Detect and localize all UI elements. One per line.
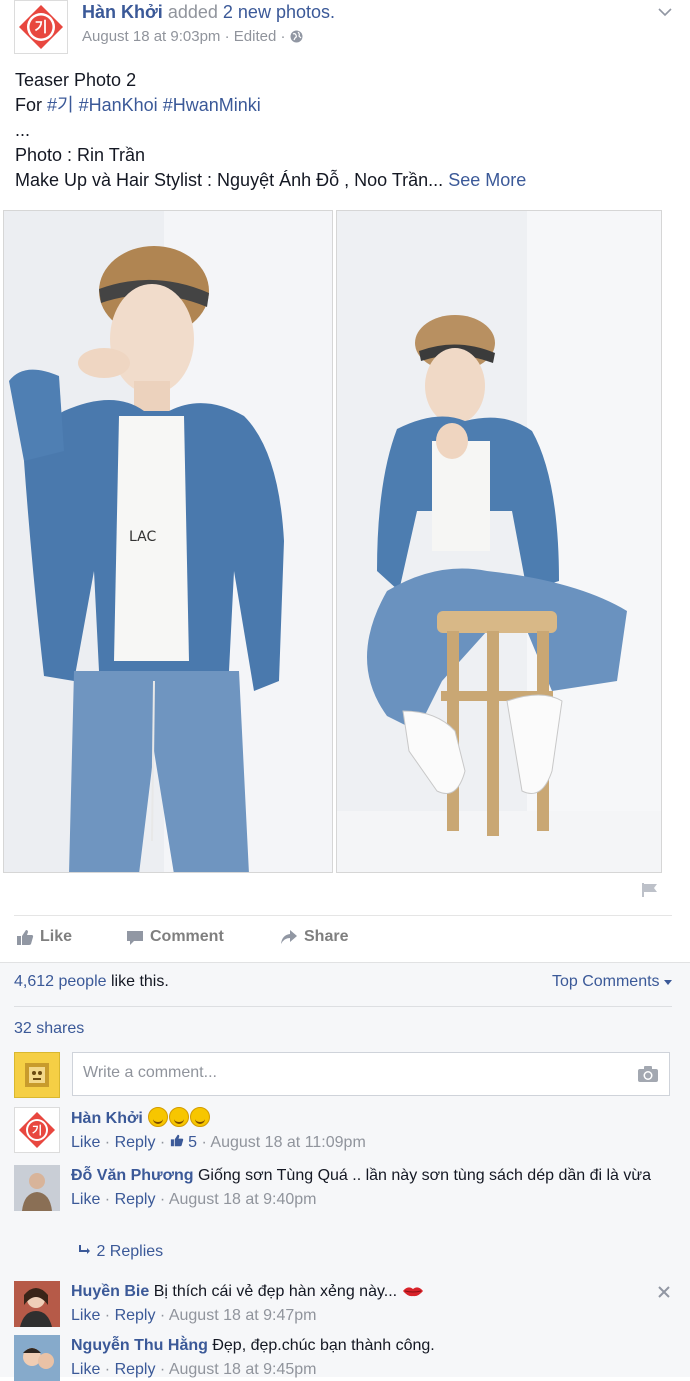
- comment-body: Đỗ Văn Phương Giống sơn Tùng Quá .. lần …: [71, 1165, 661, 1211]
- post-timestamp[interactable]: August 18 at 9:03pm: [82, 28, 220, 45]
- kiss-lips-icon: [402, 1287, 423, 1297]
- comment-meta: Like · Reply · August 18 at 9:47pm: [71, 1307, 317, 1324]
- share-button[interactable]: Share: [280, 928, 348, 946]
- likes-suffix: like this.: [110, 973, 169, 990]
- thumbs-up-icon: [170, 1134, 183, 1147]
- smile-emoji-icon: [148, 1107, 169, 1127]
- comment-author[interactable]: Huyền Bie: [71, 1283, 149, 1300]
- comment-meta: Like · Reply · August 18 at 9:40pm: [71, 1191, 317, 1208]
- post-line-makeup: Make Up và Hair Stylist : Nguyệt Ánh Đỗ …: [15, 168, 675, 193]
- chevron-down-icon[interactable]: [658, 4, 672, 20]
- comment-like-link[interactable]: Like: [71, 1191, 100, 1208]
- reply-arrow-icon: [79, 1245, 90, 1254]
- hashtag-ki[interactable]: #기: [47, 95, 74, 115]
- actions-divider: [14, 915, 672, 916]
- photo-2[interactable]: [336, 210, 662, 873]
- post-actions: Like Comment Share: [16, 928, 676, 950]
- comment-avatar[interactable]: [14, 1165, 60, 1211]
- post-line-ellipsis: ...: [15, 120, 31, 140]
- edited-label[interactable]: · Edited ·: [225, 28, 286, 45]
- smile-emoji-icon: [169, 1107, 190, 1127]
- flag-icon[interactable]: [641, 882, 659, 903]
- comment-text: Đẹp, đẹp.chúc bạn thành công.: [212, 1337, 435, 1354]
- author-name[interactable]: Hàn Khởi: [82, 2, 163, 22]
- smile-emoji-icon: [190, 1107, 211, 1127]
- comment-input[interactable]: [81, 1063, 625, 1083]
- ufi-divider: [14, 1006, 672, 1007]
- comment-likes-number: 5: [188, 1134, 198, 1151]
- comment-author[interactable]: Hàn Khởi: [71, 1110, 143, 1127]
- likes-summary: 4,612 people like this.: [14, 973, 169, 991]
- comment-body: Huyền Bie Bị thích cái vẻ đẹp hàn xẻng n…: [71, 1281, 661, 1327]
- camera-icon[interactable]: [637, 1065, 659, 1083]
- post-line-title: Teaser Photo 2: [15, 70, 137, 90]
- comment-like-link[interactable]: Like: [71, 1307, 100, 1324]
- comment-author[interactable]: Đỗ Văn Phương: [71, 1167, 194, 1184]
- see-more-link[interactable]: See More: [448, 170, 526, 190]
- comment-avatar[interactable]: 기: [14, 1107, 60, 1153]
- like-label: Like: [40, 928, 73, 945]
- svg-text:LAC: LAC: [129, 529, 156, 545]
- post-meta: August 18 at 9:03pm · Edited ·: [82, 28, 303, 45]
- close-icon[interactable]: [658, 1282, 670, 1303]
- author-avatar[interactable]: 기: [14, 0, 68, 54]
- comment-like-count[interactable]: 5: [170, 1134, 202, 1151]
- photo-grid: LAC: [3, 210, 662, 873]
- comment-button[interactable]: Comment: [126, 928, 224, 946]
- comment-body: Nguyễn Thu Hằng Đẹp, đẹp.chúc bạn thành …: [71, 1335, 661, 1381]
- comment-label: Comment: [150, 928, 224, 945]
- post-header: 기 Hàn Khởi added 2 new photos. August 18…: [14, 0, 676, 60]
- globe-icon: [290, 30, 303, 43]
- replies-label: 2 Replies: [96, 1243, 164, 1260]
- comment-time[interactable]: August 18 at 9:47pm: [169, 1307, 317, 1324]
- comment-avatar[interactable]: [14, 1335, 60, 1381]
- comment-meta: Like · Reply · August 18 at 9:45pm: [71, 1361, 317, 1378]
- comment-text: Giống sơn Tùng Quá .. lần này sơn tùng s…: [197, 1167, 651, 1184]
- current-user-avatar: [14, 1052, 60, 1098]
- avatar-glyph: 기: [32, 1123, 42, 1137]
- makeup-credit: Make Up và Hair Stylist : Nguyệt Ánh Đỗ …: [15, 170, 444, 190]
- hashtag-hwanminki[interactable]: #HwanMinki: [163, 95, 261, 115]
- like-button[interactable]: Like: [16, 928, 72, 946]
- comment-author[interactable]: Nguyễn Thu Hằng: [71, 1337, 208, 1354]
- photo-1[interactable]: LAC: [3, 210, 333, 873]
- thumbs-up-icon: [17, 929, 34, 945]
- comment-like-link[interactable]: Like: [71, 1134, 100, 1151]
- top-comments-label: Top Comments: [551, 973, 660, 990]
- photo-count-link[interactable]: 2 new photos.: [223, 2, 335, 22]
- post-line-photo-credit: Photo : Rin Trần: [15, 145, 146, 165]
- action-text: added: [167, 2, 218, 22]
- comment-reply-link[interactable]: Reply: [115, 1191, 156, 1208]
- comment-reply-link[interactable]: Reply: [115, 1307, 156, 1324]
- comment-time[interactable]: August 18 at 11:09pm: [210, 1134, 365, 1151]
- shares-link[interactable]: 32 shares: [14, 1020, 84, 1038]
- top-comments-dropdown[interactable]: Top Comments: [552, 973, 672, 991]
- comment-text: Bị thích cái vẻ đẹp hàn xẻng này...: [153, 1283, 398, 1300]
- comment-body: Hàn Khởi Like · Reply · 5 · August 18 at…: [71, 1107, 661, 1154]
- comment-input-box[interactable]: [72, 1052, 670, 1096]
- share-arrow-icon: [281, 930, 297, 944]
- comment-time[interactable]: August 18 at 9:45pm: [169, 1361, 317, 1378]
- comment-reply-link[interactable]: Reply: [115, 1134, 156, 1151]
- chevron-down-icon: [664, 980, 672, 985]
- comment-avatar[interactable]: [14, 1281, 60, 1327]
- hashtag-hankhoi[interactable]: #HanKhoi: [79, 95, 158, 115]
- avatar-glyph: 기: [35, 20, 48, 36]
- likes-count-link[interactable]: 4,612 people: [14, 973, 107, 990]
- for-label: For: [15, 95, 42, 115]
- comment-time[interactable]: August 18 at 9:40pm: [169, 1191, 317, 1208]
- share-label: Share: [304, 928, 349, 945]
- view-replies-link[interactable]: 2 Replies: [78, 1243, 163, 1261]
- author-line: Hàn Khởi added 2 new photos.: [82, 2, 335, 23]
- comment-reply-link[interactable]: Reply: [115, 1361, 156, 1378]
- comment-like-link[interactable]: Like: [71, 1361, 100, 1378]
- comment-meta: Like · Reply · 5 · August 18 at 11:09pm: [71, 1134, 366, 1151]
- post-line-hashtags: For #기 #HanKhoi #HwanMinki: [15, 93, 675, 118]
- post-text: Teaser Photo 2 For #기 #HanKhoi #HwanMink…: [15, 68, 675, 193]
- speech-bubble-icon: [127, 930, 143, 945]
